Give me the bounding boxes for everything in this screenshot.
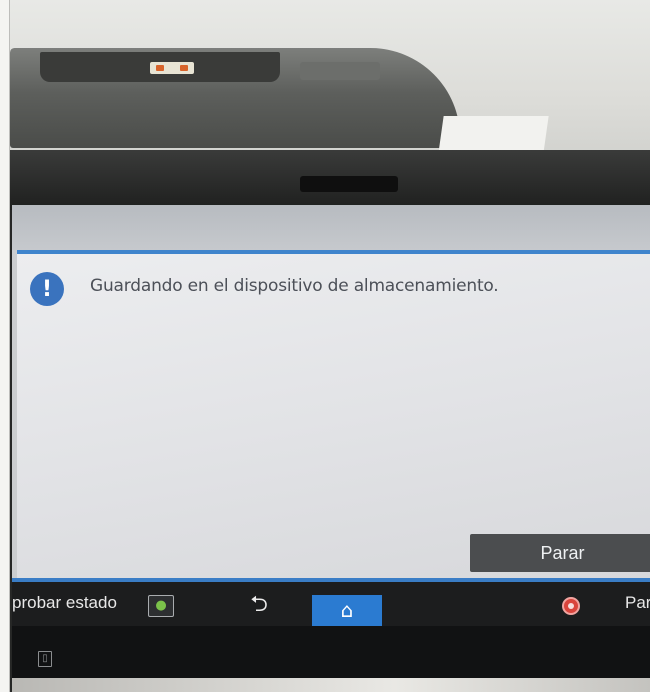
check-status-label[interactable]: probar estado xyxy=(12,593,117,613)
stop-icon[interactable] xyxy=(562,597,580,615)
card-reader-icon: ▯ xyxy=(38,651,52,667)
dialog-message: Guardando en el dispositivo de almacenam… xyxy=(90,276,499,296)
document-feeder-handle xyxy=(300,62,380,80)
screen-header xyxy=(12,205,650,250)
stop-label[interactable]: Par xyxy=(625,593,650,613)
floor-edge xyxy=(12,678,650,692)
bottom-bar: probar estado ● ⮌ ⌂ Par xyxy=(12,582,650,626)
back-arrow-icon[interactable]: ⮌ xyxy=(244,590,274,620)
image-left-edge xyxy=(0,0,10,692)
touch-screen: ! Guardando en el dispositivo de almacen… xyxy=(12,205,650,630)
stop-button[interactable]: Parar xyxy=(470,534,650,572)
info-exclamation-icon: ! xyxy=(30,272,64,306)
saving-dialog: ! Guardando en el dispositivo de almacen… xyxy=(17,250,650,580)
panel-sensor xyxy=(300,176,398,192)
lower-bezel xyxy=(12,626,650,678)
document-feeder-latch xyxy=(150,62,194,74)
home-icon[interactable]: ⌂ xyxy=(312,595,382,626)
status-check-icon[interactable]: ● xyxy=(148,595,174,617)
